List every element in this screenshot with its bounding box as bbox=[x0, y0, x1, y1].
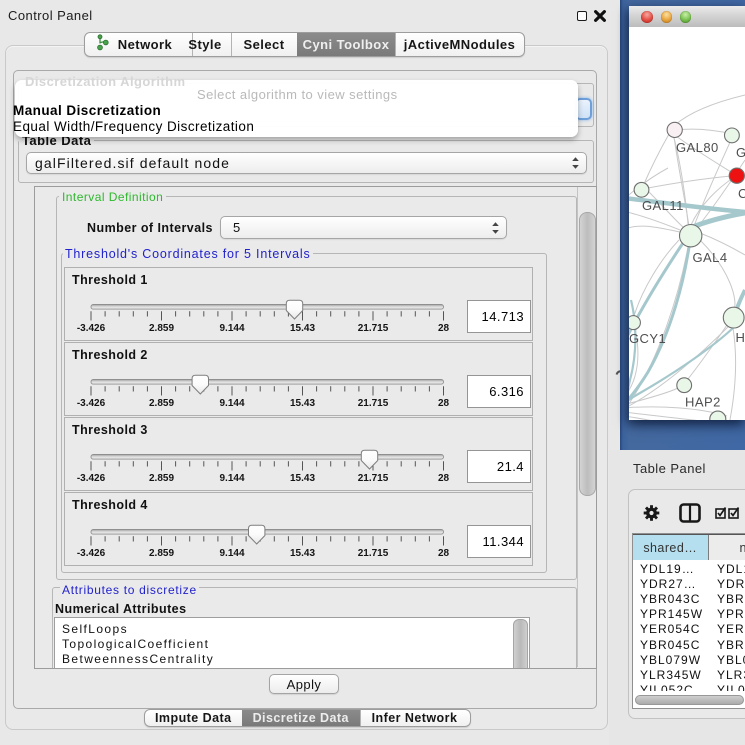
svg-text:GCY1: GCY1 bbox=[629, 331, 666, 346]
svg-text:GAL4: GAL4 bbox=[693, 250, 728, 265]
svg-text:HAP2: HAP2 bbox=[685, 395, 721, 410]
svg-text:C: C bbox=[738, 186, 745, 201]
svg-text:H: H bbox=[736, 330, 745, 345]
svg-text:G…: G… bbox=[736, 145, 745, 160]
svg-text:GAL11: GAL11 bbox=[642, 198, 684, 213]
svg-text:GAL80: GAL80 bbox=[676, 140, 719, 155]
